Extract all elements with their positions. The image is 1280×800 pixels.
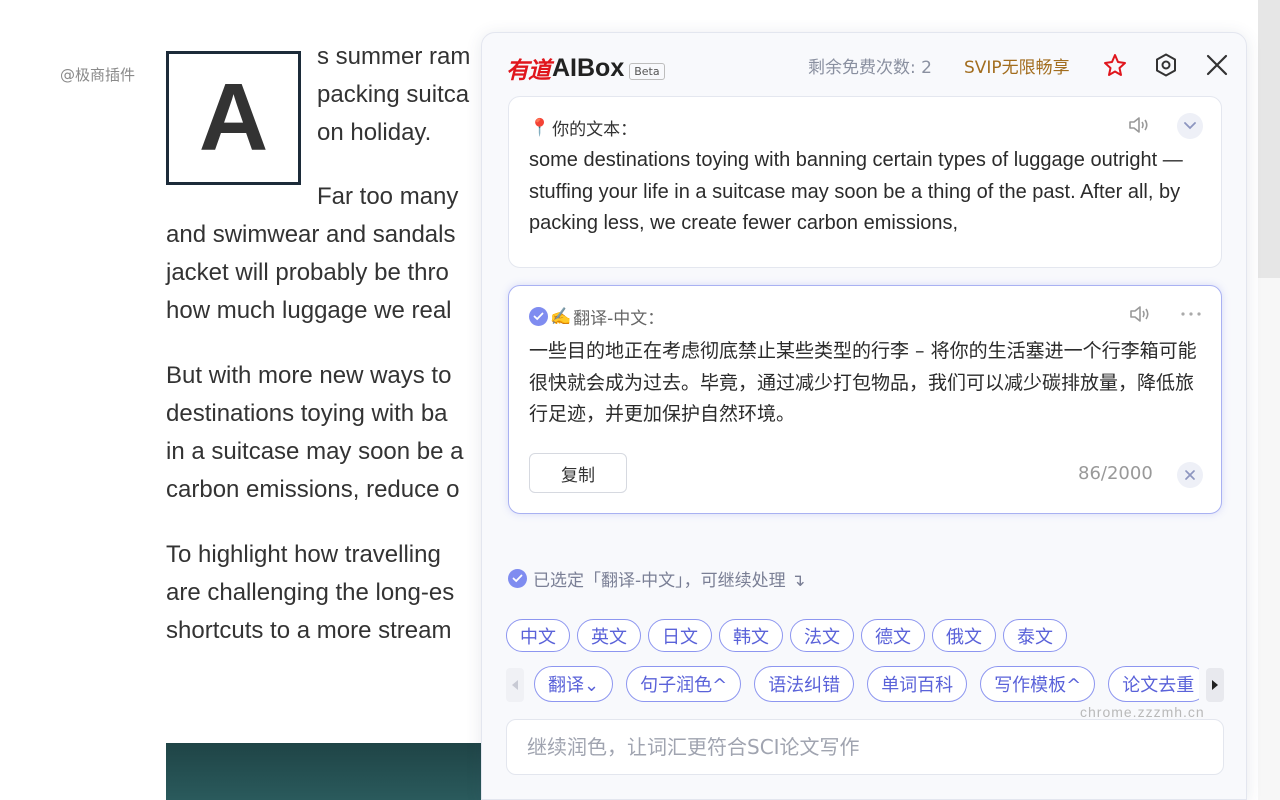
selection-status-text: 已选定「翻译-中文」，可继续处理 ↴ (533, 571, 806, 591)
function-chip-vocabulary[interactable]: 单词百科 (867, 666, 968, 702)
speak-translation-button[interactable] (1126, 300, 1154, 328)
page-scrollbar-thumb[interactable] (1258, 0, 1280, 278)
logo-brand-en: AIBox (552, 53, 625, 82)
speaker-icon (1129, 117, 1148, 133)
article-line: carbon emissions, reduce o (166, 476, 460, 503)
check-circle-icon (529, 307, 548, 326)
article-line: shortcuts to a more stream (166, 617, 452, 644)
close-icon (1206, 54, 1228, 76)
speak-source-button[interactable] (1125, 111, 1153, 139)
language-chip[interactable]: 英文 (577, 619, 641, 652)
beta-badge: Beta (629, 62, 665, 80)
language-chip[interactable]: 法文 (790, 619, 854, 652)
copy-button[interactable]: 复制 (529, 453, 627, 493)
svip-link[interactable]: SVIP无限畅享 (964, 53, 1070, 78)
expand-source-button[interactable] (1177, 113, 1203, 139)
caret-left-icon (512, 680, 518, 690)
pin-icon (1104, 54, 1126, 76)
article-line: are challenging the long-es (166, 579, 455, 606)
function-chip-translate[interactable]: 翻译⌄ (534, 666, 614, 702)
language-chip[interactable]: 中文 (506, 619, 570, 652)
watermark-text: @极商插件 (60, 66, 136, 84)
source-text-title: 📍 你的文本： (529, 115, 638, 141)
scroll-left-button[interactable] (506, 668, 524, 702)
language-chip[interactable]: 韩文 (719, 619, 783, 652)
close-icon (1185, 470, 1195, 480)
check-circle-icon (508, 569, 527, 588)
article-hero-image (166, 743, 486, 800)
clear-button[interactable] (1177, 462, 1203, 488)
language-chip[interactable]: 泰文 (1003, 619, 1067, 652)
close-button[interactable] (1202, 50, 1232, 80)
function-chip-polish[interactable]: 句子润色^ (626, 666, 742, 702)
function-chip-template[interactable]: 写作模板^ (980, 666, 1096, 702)
language-chip[interactable]: 俄文 (932, 619, 996, 652)
article-line: To highlight how travelling (166, 541, 441, 568)
article-line: jacket will probably be thro (166, 259, 449, 286)
aibox-logo: 有道 AIBox Beta (506, 51, 665, 85)
follow-up-input-box (506, 719, 1224, 775)
translation-title: ✍️ 翻译-中文： (529, 304, 664, 329)
language-chip[interactable]: 日文 (648, 619, 712, 652)
drop-cap-letter: A (166, 51, 301, 185)
article-line: destinations toying with ba (166, 400, 448, 427)
article-line: But with more new ways to (166, 362, 452, 389)
aibox-panel: 有道 AIBox Beta 剩余免费次数: 2 SVIP无限畅享 📍 你的文本： (481, 32, 1247, 800)
settings-button[interactable] (1151, 50, 1181, 80)
writing-hand-icon: ✍️ (550, 306, 572, 327)
article-line: how much luggage we real (166, 297, 452, 324)
logo-brand-cn: 有道 (506, 58, 551, 84)
remaining-count: 剩余免费次数: 2 (808, 58, 932, 78)
selection-status: 已选定「翻译-中文」，可继续处理 ↴ (508, 566, 805, 591)
settings-hexagon-icon (1156, 53, 1176, 77)
translation-card: ✍️ 翻译-中文： 一些目的地正在考虑彻底禁止某些类型的行李 – 将你的生活塞进… (508, 285, 1222, 514)
article-line: s summer ram (317, 43, 471, 70)
article-line: packing suitca (317, 81, 470, 108)
translation-label: 翻译-中文： (573, 309, 665, 329)
language-chip[interactable]: 德文 (861, 619, 925, 652)
function-chip-scroller[interactable]: 翻译⌄ 句子润色^ 语法纠错 单词百科 写作模板^ 论文去重 (534, 666, 1199, 702)
pin-emoji-icon: 📍 (529, 117, 551, 138)
character-counter: 86/2000 (1078, 463, 1153, 484)
more-dots-icon (1181, 312, 1201, 316)
site-watermark: chrome.zzzmh.cn (1080, 704, 1205, 720)
article-line: and swimwear and sandals (166, 221, 456, 248)
source-text-body: some destinations toying with banning ce… (529, 149, 1183, 234)
function-chip-dedupe[interactable]: 论文去重 (1108, 666, 1199, 702)
function-chip-grammar[interactable]: 语法纠错 (754, 666, 855, 702)
translation-body: 一些目的地正在考虑彻底禁止某些类型的行李 – 将你的生活塞进一个行李箱可能很快就… (529, 340, 1197, 425)
article-line: in a suitcase may soon be a (166, 438, 464, 465)
language-chips: 中文 英文 日文 韩文 法文 德文 俄文 泰文 (506, 619, 1067, 652)
source-text-label: 你的文本： (552, 120, 638, 140)
scroll-right-button[interactable] (1206, 668, 1224, 702)
source-text-card: 📍 你的文本： some destinations toying with ba… (508, 96, 1222, 268)
speaker-icon (1130, 306, 1149, 322)
caret-right-icon (1212, 680, 1218, 690)
function-chips: 翻译⌄ 句子润色^ 语法纠错 单词百科 写作模板^ 论文去重 (506, 666, 1224, 702)
follow-up-input[interactable] (527, 720, 1207, 774)
article-line: on holiday. (317, 119, 432, 146)
chevron-down-icon (1184, 122, 1196, 130)
more-options-button[interactable] (1177, 300, 1205, 328)
article-line: Far too many (317, 183, 459, 210)
pin-button[interactable] (1100, 50, 1130, 80)
